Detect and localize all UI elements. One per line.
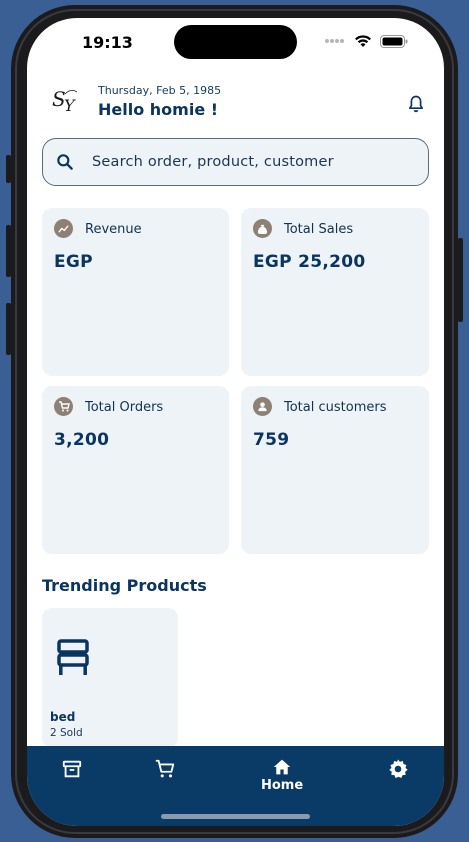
logo: S Y bbox=[51, 84, 81, 118]
status-icons bbox=[324, 34, 408, 48]
phone-action-button bbox=[6, 155, 11, 183]
money-bag-icon bbox=[253, 219, 272, 238]
archive-icon bbox=[62, 760, 82, 778]
product-sold-count: 2 Sold bbox=[50, 727, 83, 739]
cart-icon bbox=[54, 397, 73, 416]
chart-icon bbox=[54, 219, 73, 238]
app-screen: 19:13 S Y Thursday, Feb 5, 1985 Hello ho… bbox=[27, 18, 444, 826]
home-indicator bbox=[161, 814, 310, 819]
revenue-label: Revenue bbox=[85, 222, 142, 237]
greeting-title: Hello homie ! bbox=[98, 100, 219, 119]
total-sales-card[interactable]: Total Sales EGP 25,200 bbox=[241, 208, 429, 376]
wifi-icon bbox=[355, 35, 371, 47]
total-sales-value: EGP 25,200 bbox=[253, 252, 366, 272]
total-sales-label: Total Sales bbox=[284, 222, 354, 237]
search-icon bbox=[57, 154, 73, 170]
phone-volume-down-button bbox=[6, 303, 11, 355]
trending-products-title: Trending Products bbox=[42, 576, 207, 595]
nav-home[interactable]: Home bbox=[261, 758, 303, 793]
search-input[interactable]: Search order, product, customer bbox=[42, 138, 429, 186]
bed-icon bbox=[57, 639, 89, 675]
nav-settings[interactable] bbox=[387, 758, 409, 780]
nav-cart[interactable] bbox=[154, 758, 176, 780]
bell-icon[interactable] bbox=[406, 93, 426, 115]
status-bar: 19:13 bbox=[27, 18, 444, 68]
phone-volume-up-button bbox=[6, 225, 11, 277]
gear-icon bbox=[389, 759, 408, 778]
product-card[interactable]: bed 2 Sold bbox=[42, 608, 178, 748]
status-time: 19:13 bbox=[82, 33, 133, 52]
total-orders-card[interactable]: Total Orders 3,200 bbox=[42, 386, 229, 554]
total-customers-label: Total customers bbox=[284, 400, 387, 415]
header-date: Thursday, Feb 5, 1985 bbox=[98, 84, 222, 97]
revenue-value: EGP bbox=[54, 252, 93, 272]
user-icon bbox=[253, 397, 272, 416]
phone-power-button bbox=[458, 238, 463, 322]
total-customers-card[interactable]: Total customers 759 bbox=[241, 386, 429, 554]
revenue-card[interactable]: Revenue EGP bbox=[42, 208, 229, 376]
total-orders-value: 3,200 bbox=[54, 430, 110, 450]
header: S Y Thursday, Feb 5, 1985 Hello homie ! bbox=[27, 80, 444, 126]
nav-archive[interactable] bbox=[61, 758, 83, 780]
product-name: bed bbox=[50, 710, 76, 724]
svg-text:Y: Y bbox=[64, 96, 76, 115]
dynamic-island bbox=[174, 25, 297, 59]
home-icon bbox=[273, 759, 291, 775]
total-customers-value: 759 bbox=[253, 430, 290, 450]
nav-home-label: Home bbox=[261, 778, 304, 793]
total-orders-label: Total Orders bbox=[85, 400, 164, 415]
cart-icon bbox=[155, 759, 175, 778]
search-placeholder: Search order, product, customer bbox=[92, 154, 334, 170]
signal-icon bbox=[325, 39, 344, 43]
battery-icon bbox=[380, 34, 408, 48]
